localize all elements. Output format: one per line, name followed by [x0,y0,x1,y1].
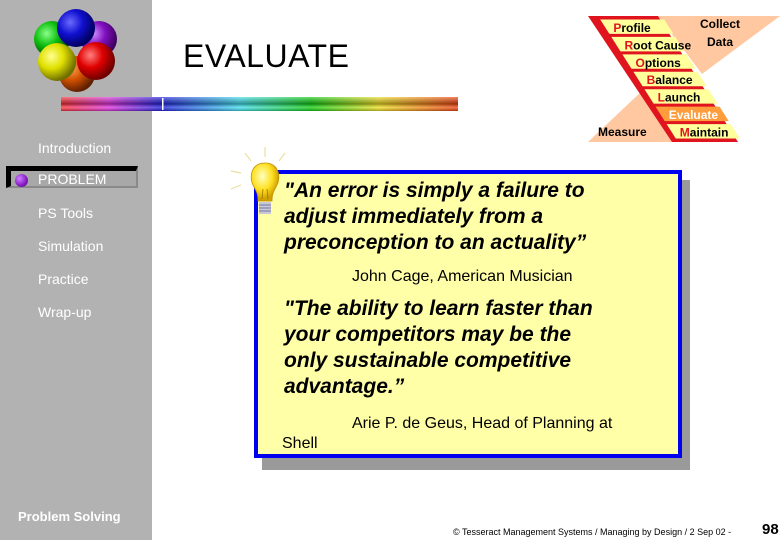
quote-2-line-4: advantage.” [284,375,405,398]
measure-label: Measure [598,125,647,139]
step-label-options: Options [636,56,682,70]
step-label-evaluate: Evaluate [669,108,719,122]
lightbulb-idea-icon [230,147,286,214]
step-label-balance: Balance [647,73,693,87]
nav-item-wrap-up[interactable]: Wrap-up [38,304,91,320]
quote-1-line-2: adjust immediately from a [284,205,544,228]
nav-item-ps-tools[interactable]: PS Tools [38,205,93,221]
page-number: 98 [762,521,779,538]
quote-1-line-3: preconception to an actuality” [284,231,587,254]
collect-label: Collect [700,17,740,31]
quote-2-line-1: "The ability to learn faster than [284,297,593,320]
quote-1-attribution: John Cage, American Musician [352,268,573,285]
step-label-maintain: Maintain [680,126,729,140]
colored-spheres-logo-icon [34,9,117,92]
problem-process-diagram: Profile Root Cause Options Balance Launch Eva… [588,16,780,142]
nav-item-problem-label: PROBLEM [38,171,107,187]
quote-2-line-3: only sustainable competitive [284,349,572,372]
step-label-launch: Launch [658,91,701,105]
section-footer-label: Problem Solving [18,509,121,524]
rainbow-divider-bar [61,97,458,111]
quote-box: "An error is simply a failure to adjust … [254,170,682,458]
purple-bullet-icon [15,174,28,187]
nav-item-practice[interactable]: Practice [38,271,89,287]
step-label-root-cause: Root Cause [624,38,691,52]
quote-1-line-1: "An error is simply a failure to [284,179,585,202]
nav-item-simulation[interactable]: Simulation [38,238,103,254]
copyright-footer: © Tesseract Management Systems / Managin… [453,527,732,537]
quote-2-line-2: your competitors may be the [284,323,572,346]
nav-item-introduction[interactable]: Introduction [38,140,111,156]
sidebar: Introduction PROBLEM PS Tools Simulation… [0,0,152,540]
quote-2-attribution-line-1: Arie P. de Geus, Head of Planning at [352,415,613,432]
step-label-profile: Profile [613,21,651,35]
slide-title: EVALUATE [183,38,350,74]
nav-item-problem[interactable]: PROBLEM [6,166,144,194]
quote-2-attribution-line-2: Shell [282,435,318,452]
data-label: Data [707,35,733,49]
